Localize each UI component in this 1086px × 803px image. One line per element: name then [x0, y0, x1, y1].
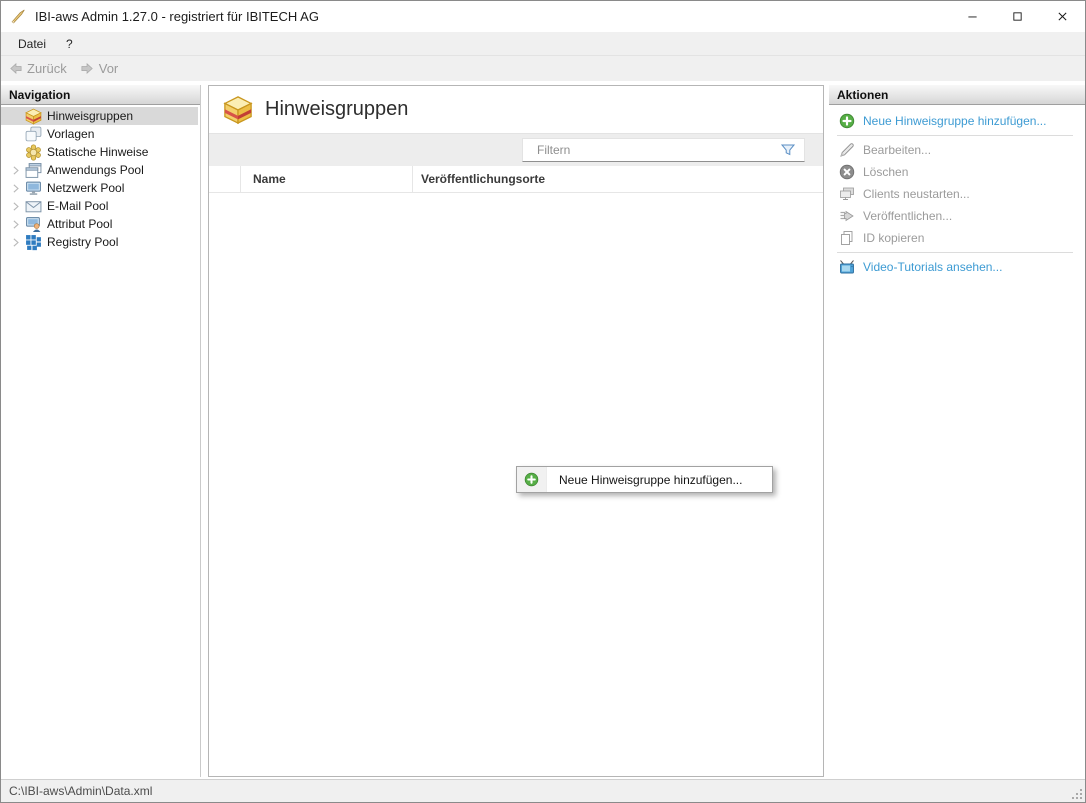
back-arrow-icon	[8, 61, 23, 76]
minimize-icon	[967, 11, 978, 22]
close-button[interactable]	[1040, 1, 1085, 32]
notice-groups-icon	[223, 95, 253, 125]
add-icon	[524, 472, 539, 487]
back-button[interactable]: Zurück	[8, 61, 67, 76]
notice-groups-icon	[25, 108, 42, 125]
sidebar-item-anwendungs-pool[interactable]: Anwendungs Pool	[1, 161, 198, 179]
chevron-right-icon[interactable]	[9, 218, 22, 231]
action-loeschen[interactable]: Löschen	[829, 161, 1085, 183]
resize-grip-icon[interactable]	[1070, 787, 1083, 800]
table-header: Name Veröffentlichungsorte	[209, 166, 823, 193]
menu-datei[interactable]: Datei	[8, 34, 56, 54]
actions-list: Neue Hinweisgruppe hinzufügen... Bearbei…	[829, 105, 1085, 278]
app-icon	[10, 8, 27, 25]
filter-icon[interactable]	[780, 142, 796, 158]
chevron-right-icon[interactable]	[9, 236, 22, 249]
sidebar-item-vorlagen[interactable]: Vorlagen	[1, 125, 198, 143]
navigation-header: Navigation	[1, 85, 200, 105]
maximize-button[interactable]	[995, 1, 1040, 32]
network-pool-icon	[25, 180, 42, 197]
delete-icon	[839, 164, 855, 180]
context-menu: Neue Hinweisgruppe hinzufügen...	[516, 466, 773, 493]
content-header: Hinweisgruppen	[209, 86, 823, 134]
content-panel: Hinweisgruppen Name Veröffentlichungsort…	[208, 85, 824, 777]
sidebar-item-attribut-pool[interactable]: Attribut Pool	[1, 215, 198, 233]
chevron-right-icon[interactable]	[9, 200, 22, 213]
actions-panel: Aktionen Neue Hinweisgruppe hinzufügen..…	[829, 85, 1085, 777]
sidebar-item-hinweisgruppen[interactable]: Hinweisgruppen	[1, 107, 198, 125]
navigation-panel: Navigation Hinweisgruppen Vorlagen Stati…	[1, 85, 201, 777]
templates-icon	[25, 126, 42, 143]
page-title: Hinweisgruppen	[265, 98, 408, 121]
application-pool-icon	[25, 162, 42, 179]
chevron-right-icon[interactable]	[9, 182, 22, 195]
row-indicator-column	[209, 166, 241, 192]
column-header-name[interactable]: Name	[241, 166, 413, 192]
video-tutorials-icon	[839, 259, 855, 275]
action-veroeffentlichen[interactable]: Veröffentlichen...	[829, 205, 1085, 227]
filter-input[interactable]	[523, 143, 780, 157]
window-title: IBI-aws Admin 1.27.0 - registriert für I…	[35, 9, 319, 24]
filter-box	[522, 138, 805, 162]
sidebar-item-netzwerk-pool[interactable]: Netzwerk Pool	[1, 179, 198, 197]
action-neue-hinweisgruppe[interactable]: Neue Hinweisgruppe hinzufügen...	[829, 110, 1085, 132]
actions-header: Aktionen	[829, 85, 1085, 105]
email-pool-icon	[25, 198, 42, 215]
sidebar-item-registry-pool[interactable]: Registry Pool	[1, 233, 198, 251]
edit-icon	[839, 142, 855, 158]
action-id-kopieren[interactable]: ID kopieren	[829, 227, 1085, 249]
maximize-icon	[1012, 11, 1023, 22]
static-notices-icon	[25, 144, 42, 161]
registry-pool-icon	[25, 234, 42, 251]
menubar: Datei ?	[1, 32, 1085, 55]
table-columns: Name Veröffentlichungsorte	[241, 166, 823, 192]
minimize-button[interactable]	[950, 1, 995, 32]
action-bearbeiten[interactable]: Bearbeiten...	[829, 139, 1085, 161]
forward-arrow-icon	[80, 61, 95, 76]
chevron-right-icon[interactable]	[9, 164, 22, 177]
publish-icon	[839, 208, 855, 224]
action-video-tutorials[interactable]: Video-Tutorials ansehen...	[829, 256, 1085, 278]
copy-id-icon	[839, 230, 855, 246]
main-region: Navigation Hinweisgruppen Vorlagen Stati…	[1, 81, 1085, 779]
popup-item-neue-hinweisgruppe[interactable]: Neue Hinweisgruppe hinzufügen...	[517, 467, 772, 492]
statusbar-path: C:\IBI-aws\Admin\Data.xml	[9, 784, 152, 798]
add-icon	[839, 113, 855, 129]
sidebar-item-email-pool[interactable]: E-Mail Pool	[1, 197, 198, 215]
column-header-veroeffentlichungsorte[interactable]: Veröffentlichungsorte	[413, 166, 823, 192]
app-window: IBI-aws Admin 1.27.0 - registriert für I…	[0, 0, 1086, 803]
statusbar: C:\IBI-aws\Admin\Data.xml	[1, 779, 1085, 802]
close-icon	[1057, 11, 1068, 22]
titlebar: IBI-aws Admin 1.27.0 - registriert für I…	[1, 1, 1085, 32]
forward-button[interactable]: Vor	[80, 61, 119, 76]
filter-band	[209, 134, 823, 166]
window-controls	[950, 1, 1085, 32]
restart-clients-icon	[839, 186, 855, 202]
navigation-tree: Hinweisgruppen Vorlagen Statische Hinwei…	[1, 105, 200, 251]
menu-hilfe[interactable]: ?	[56, 34, 83, 54]
sidebar-item-statische-hinweise[interactable]: Statische Hinweise	[1, 143, 198, 161]
toolbar: Zurück Vor	[1, 55, 1085, 81]
action-clients-neustarten[interactable]: Clients neustarten...	[829, 183, 1085, 205]
attribute-pool-icon	[25, 216, 42, 233]
